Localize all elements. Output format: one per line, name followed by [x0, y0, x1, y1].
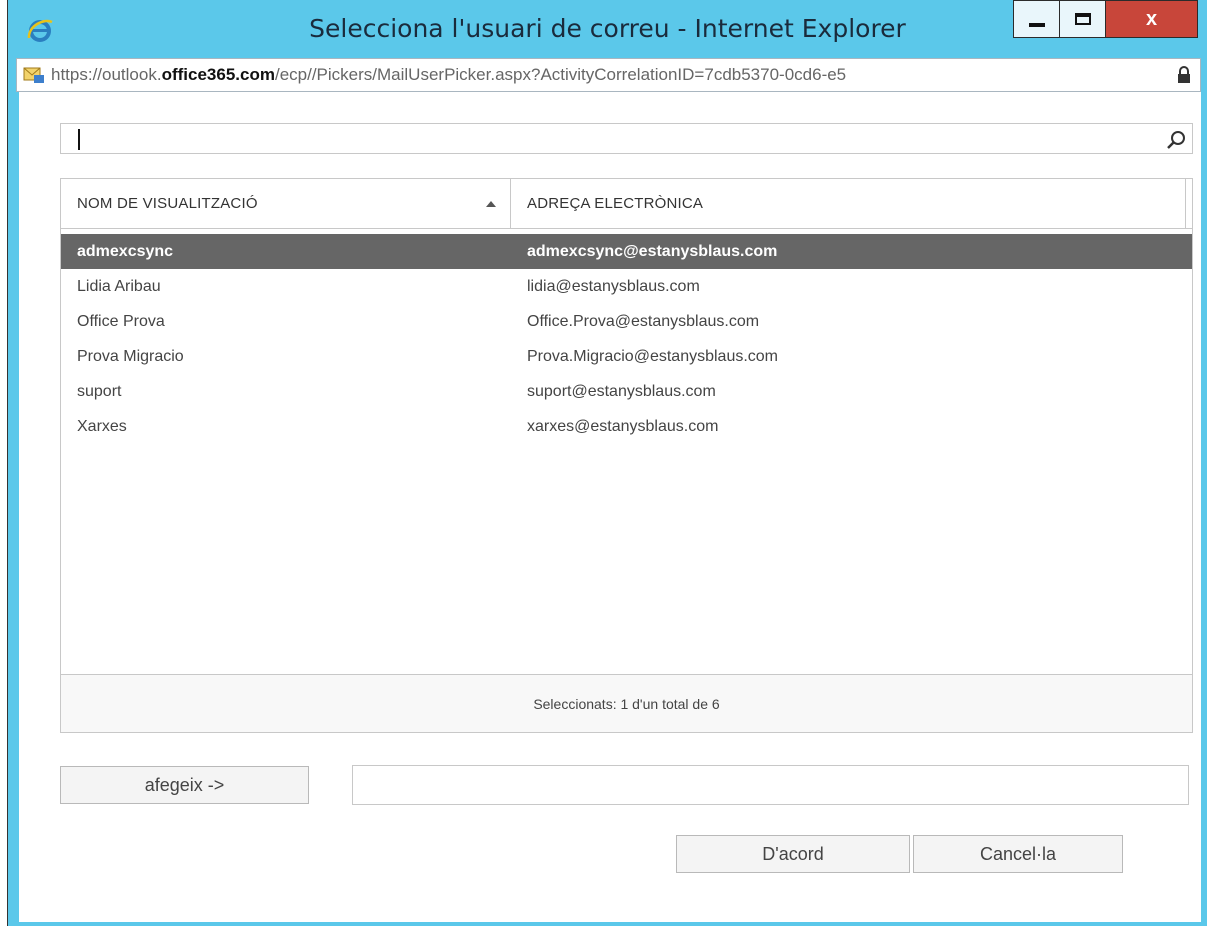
table-row[interactable]: Xarxes xarxes@estanysblaus.com — [61, 409, 1192, 444]
users-table: NOM DE VISUALITZACIÓ ADREÇA ELECTRÒNICA … — [60, 178, 1193, 733]
table-header: NOM DE VISUALITZACIÓ ADREÇA ELECTRÒNICA — [61, 179, 1192, 229]
table-body: admexcsync admexcsync@estanysblaus.com L… — [61, 234, 1192, 444]
column-header-label: NOM DE VISUALITZACIÓ — [77, 195, 258, 212]
maximize-icon — [1074, 13, 1091, 25]
column-header-email[interactable]: ADREÇA ELECTRÒNICA — [511, 179, 1186, 228]
mail-page-icon — [23, 67, 44, 83]
url-domain: office365.com — [161, 65, 275, 84]
picker-content: NOM DE VISUALITZACIÓ ADREÇA ELECTRÒNICA … — [19, 92, 1201, 922]
close-button[interactable]: x — [1106, 0, 1198, 38]
table-row[interactable]: admexcsync admexcsync@estanysblaus.com — [61, 234, 1192, 269]
url-prefix: https://outlook. — [51, 65, 162, 84]
dialog-window: Selecciona l'usuari de correu - Internet… — [8, 0, 1207, 926]
cell-email: lidia@estanysblaus.com — [527, 277, 700, 295]
address-bar[interactable]: https://outlook.office365.com/ecp//Picke… — [16, 58, 1201, 92]
column-header-display-name[interactable]: NOM DE VISUALITZACIÓ — [61, 179, 511, 228]
url-path: /ecp//Pickers/MailUserPicker.aspx?Activi… — [274, 65, 847, 84]
close-icon: x — [1145, 7, 1158, 30]
address-url[interactable]: https://outlook.office365.com/ecp//Picke… — [51, 65, 1176, 85]
maximize-button[interactable] — [1060, 0, 1106, 38]
cell-email: admexcsync@estanysblaus.com — [527, 242, 778, 260]
cancel-button[interactable]: Cancel·la — [913, 835, 1123, 873]
cell-display-name: Prova Migracio — [77, 347, 184, 365]
add-button[interactable]: afegeix -> — [60, 766, 309, 804]
title-bar[interactable]: Selecciona l'usuari de correu - Internet… — [8, 0, 1207, 58]
cell-display-name: admexcsync — [77, 242, 174, 260]
cell-display-name: Office Prova — [77, 312, 165, 330]
text-cursor — [78, 129, 80, 150]
sort-ascending-icon — [486, 201, 496, 207]
cell-email: Prova.Migracio@estanysblaus.com — [527, 347, 779, 365]
selection-count: Seleccionats: 1 d'un total de 6 — [61, 674, 1192, 732]
lock-icon[interactable] — [1176, 66, 1192, 84]
table-row[interactable]: Office Prova Office.Prova@estanysblaus.c… — [61, 304, 1192, 339]
cell-email: Office.Prova@estanysblaus.com — [527, 312, 760, 330]
table-row[interactable]: Lidia Aribau lidia@estanysblaus.com — [61, 269, 1192, 304]
table-row[interactable]: suport suport@estanysblaus.com — [61, 374, 1192, 409]
ok-button[interactable]: D'acord — [676, 835, 910, 873]
search-icon[interactable] — [1166, 130, 1186, 150]
cell-display-name: Xarxes — [77, 417, 127, 435]
minimize-button[interactable] — [1013, 0, 1060, 38]
column-header-label: ADREÇA ELECTRÒNICA — [527, 195, 704, 212]
search-input[interactable] — [85, 127, 1155, 151]
cell-display-name: Lidia Aribau — [77, 277, 161, 295]
cell-email: xarxes@estanysblaus.com — [527, 417, 719, 435]
search-box[interactable] — [60, 123, 1193, 154]
minimize-icon — [1028, 23, 1045, 27]
cell-email: suport@estanysblaus.com — [527, 382, 716, 400]
table-row[interactable]: Prova Migracio Prova.Migracio@estanysbla… — [61, 339, 1192, 374]
cell-display-name: suport — [77, 382, 122, 400]
background-window-edge — [0, 0, 8, 926]
selected-users-field[interactable] — [352, 765, 1189, 805]
